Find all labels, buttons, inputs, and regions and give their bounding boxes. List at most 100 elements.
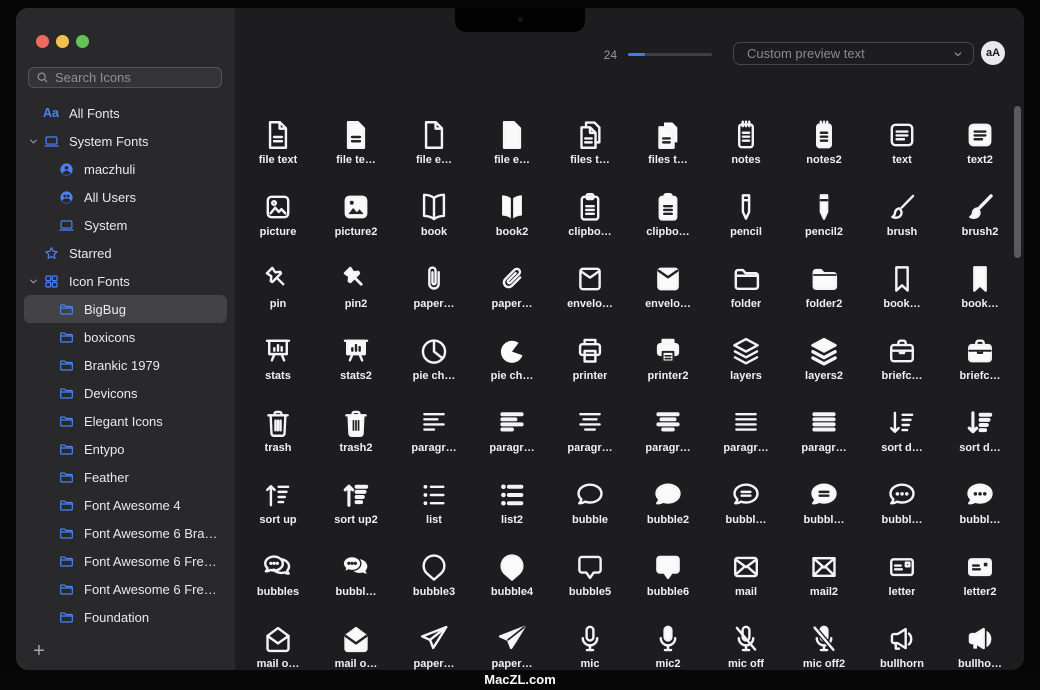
- glyph-cell-para-left-bold[interactable]: paragr…: [473, 397, 551, 469]
- add-font-button[interactable]: +: [28, 640, 50, 662]
- glyph-cell-sort-down[interactable]: sort d…: [863, 397, 941, 469]
- glyph-cell-briefcase[interactable]: briefc…: [863, 325, 941, 397]
- glyph-cell-clipboard[interactable]: clipbo…: [551, 181, 629, 253]
- glyph-cell-pencil[interactable]: pencil: [707, 181, 785, 253]
- chevron-down-icon[interactable]: [28, 276, 43, 287]
- glyph-cell-pie[interactable]: pie ch…: [395, 325, 473, 397]
- sidebar-item-bigbug[interactable]: BigBug: [24, 295, 227, 323]
- glyph-cell-bubble-square[interactable]: bubble5: [551, 541, 629, 613]
- glyph-cell-mic-off-fill[interactable]: mic off2: [785, 613, 863, 670]
- glyph-cell-files-fill[interactable]: files t…: [629, 109, 707, 181]
- glyph-cell-bubble-round[interactable]: bubble3: [395, 541, 473, 613]
- glyph-cell-file-fill[interactable]: file e…: [473, 109, 551, 181]
- glyph-cell-bullhorn[interactable]: bullhorn: [863, 613, 941, 670]
- glyph-cell-letter[interactable]: letter: [863, 541, 941, 613]
- glyph-cell-para-justify[interactable]: paragr…: [707, 397, 785, 469]
- minimize-button[interactable]: [56, 35, 69, 48]
- glyph-cell-letter-fill[interactable]: letter2: [941, 541, 1019, 613]
- sidebar-item-font-awesome-4[interactable]: Font Awesome 4: [24, 491, 227, 519]
- sidebar-item-foundation[interactable]: Foundation: [24, 603, 227, 631]
- glyph-cell-clipboard-fill[interactable]: clipbo…: [629, 181, 707, 253]
- scrollbar[interactable]: [1014, 106, 1021, 258]
- glyph-cell-mail-x[interactable]: mail2: [785, 541, 863, 613]
- preview-text-dropdown[interactable]: Custom preview text: [733, 42, 974, 65]
- search-input[interactable]: [55, 70, 214, 85]
- sidebar-item-starred[interactable]: Starred: [24, 239, 227, 267]
- glyph-cell-sort-down-bold[interactable]: sort d…: [941, 397, 1019, 469]
- sidebar-item-brankic-1979[interactable]: Brankic 1979: [24, 351, 227, 379]
- close-button[interactable]: [36, 35, 49, 48]
- sidebar-item-all-users[interactable]: All Users: [24, 183, 227, 211]
- glyph-cell-bubble-dots[interactable]: bubbl…: [863, 469, 941, 541]
- glyph-cell-para-center[interactable]: paragr…: [551, 397, 629, 469]
- glyph-cell-notes-fill[interactable]: notes2: [785, 109, 863, 181]
- glyph-cell-pin-fill[interactable]: pin2: [317, 253, 395, 325]
- glyph-cell-notes[interactable]: notes: [707, 109, 785, 181]
- glyph-cell-paperplane-fill[interactable]: paper…: [473, 613, 551, 670]
- glyph-cell-para-justify-bold[interactable]: paragr…: [785, 397, 863, 469]
- glyph-cell-book-fill[interactable]: book2: [473, 181, 551, 253]
- search-field[interactable]: [28, 67, 222, 88]
- glyph-cell-list-bold[interactable]: list2: [473, 469, 551, 541]
- glyph-cell-paperclip-diag[interactable]: paper…: [473, 253, 551, 325]
- glyph-cell-folder[interactable]: folder: [707, 253, 785, 325]
- sidebar-item-devicons[interactable]: Devicons: [24, 379, 227, 407]
- glyph-cell-files[interactable]: files t…: [551, 109, 629, 181]
- chevron-down-icon[interactable]: [28, 136, 43, 147]
- sidebar-item-font-awesome-6-fre[interactable]: Font Awesome 6 Fre…: [24, 575, 227, 603]
- glyph-cell-bubble-dots-fill[interactable]: bubbl…: [941, 469, 1019, 541]
- glyph-cell-picture[interactable]: picture: [239, 181, 317, 253]
- glyph-cell-bookmark-fill[interactable]: book…: [941, 253, 1019, 325]
- glyph-cell-mic-off[interactable]: mic off: [707, 613, 785, 670]
- glyph-cell-file-text[interactable]: file text: [239, 109, 317, 181]
- glyph-cell-brush-fill[interactable]: brush2: [941, 181, 1019, 253]
- glyph-cell-stats-fill[interactable]: stats2: [317, 325, 395, 397]
- glyph-cell-file-text-fill[interactable]: file te…: [317, 109, 395, 181]
- glyph-cell-picture-fill[interactable]: picture2: [317, 181, 395, 253]
- glyph-cell-bubble-lines[interactable]: bubbl…: [707, 469, 785, 541]
- glyph-cell-text[interactable]: text: [863, 109, 941, 181]
- glyph-cell-stats[interactable]: stats: [239, 325, 317, 397]
- glyph-cell-bookmark[interactable]: book…: [863, 253, 941, 325]
- sidebar-item-system-fonts[interactable]: System Fonts: [24, 127, 227, 155]
- glyph-cell-sort-up-bold[interactable]: sort up2: [317, 469, 395, 541]
- glyph-cell-printer-fill[interactable]: printer2: [629, 325, 707, 397]
- glyph-cell-mail-open-fill[interactable]: mail o…: [317, 613, 395, 670]
- glyph-cell-para-left[interactable]: paragr…: [395, 397, 473, 469]
- glyph-cell-bubble-lines-fill[interactable]: bubbl…: [785, 469, 863, 541]
- glyph-cell-mic-fill[interactable]: mic2: [629, 613, 707, 670]
- glyph-cell-mail-open[interactable]: mail o…: [239, 613, 317, 670]
- sidebar-item-maczhuli[interactable]: maczhuli: [24, 155, 227, 183]
- glyph-cell-pie-fill[interactable]: pie ch…: [473, 325, 551, 397]
- glyph-cell-bubble[interactable]: bubble: [551, 469, 629, 541]
- sidebar-item-all-fonts[interactable]: AaAll Fonts: [24, 99, 227, 127]
- glyph-cell-bubble-round-fill[interactable]: bubble4: [473, 541, 551, 613]
- glyph-cell-layers-fill[interactable]: layers2: [785, 325, 863, 397]
- glyph-cell-brush[interactable]: brush: [863, 181, 941, 253]
- glyph-cell-list[interactable]: list: [395, 469, 473, 541]
- glyph-cell-mic[interactable]: mic: [551, 613, 629, 670]
- glyph-cell-briefcase-fill[interactable]: briefc…: [941, 325, 1019, 397]
- glyph-cell-bubble-fill[interactable]: bubble2: [629, 469, 707, 541]
- glyph-cell-para-center-bold[interactable]: paragr…: [629, 397, 707, 469]
- sidebar-item-feather[interactable]: Feather: [24, 463, 227, 491]
- glyph-cell-envelope[interactable]: envelo…: [551, 253, 629, 325]
- glyph-cell-sort-up[interactable]: sort up: [239, 469, 317, 541]
- glyph-cell-bubble-square-fill[interactable]: bubble6: [629, 541, 707, 613]
- glyph-cell-trash[interactable]: trash: [239, 397, 317, 469]
- sidebar-item-system[interactable]: System: [24, 211, 227, 239]
- sidebar-item-font-awesome-6-fre[interactable]: Font Awesome 6 Fre…: [24, 547, 227, 575]
- glyph-cell-pin[interactable]: pin: [239, 253, 317, 325]
- glyph-cell-bullhorn-fill[interactable]: bullho…: [941, 613, 1019, 670]
- glyph-cell-mail[interactable]: mail: [707, 541, 785, 613]
- sidebar-item-elegant-icons[interactable]: Elegant Icons: [24, 407, 227, 435]
- glyph-cell-bubbles-fill[interactable]: bubbl…: [317, 541, 395, 613]
- glyph-cell-book[interactable]: book: [395, 181, 473, 253]
- glyph-cell-bubbles[interactable]: bubbles: [239, 541, 317, 613]
- glyph-cell-file[interactable]: file e…: [395, 109, 473, 181]
- glyph-cell-layers[interactable]: layers: [707, 325, 785, 397]
- glyph-cell-text-fill[interactable]: text2: [941, 109, 1019, 181]
- glyph-cell-envelope-fill[interactable]: envelo…: [629, 253, 707, 325]
- sidebar-item-boxicons[interactable]: boxicons: [24, 323, 227, 351]
- sidebar-item-icon-fonts[interactable]: Icon Fonts: [24, 267, 227, 295]
